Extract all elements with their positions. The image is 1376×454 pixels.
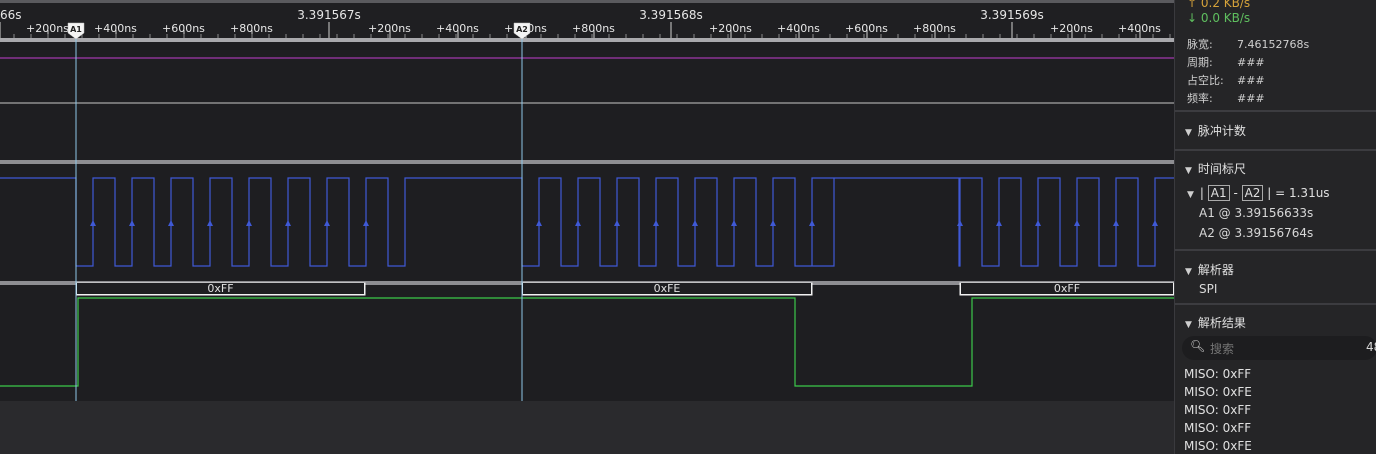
waveform-area[interactable]: 66s +200ns +400ns +600ns +800ns 3.391567s +200… <box>0 0 1174 454</box>
measurement-value: ### <box>1237 74 1265 87</box>
ruler-tick-label: +400ns <box>94 22 137 35</box>
results-search-box[interactable]: 🔍︎ 480 <box>1182 336 1376 360</box>
collapse-triangle-icon: ▼ <box>1187 190 1194 200</box>
cursor-flag-label: A1 <box>70 25 82 34</box>
collapse-triangle-icon: ▼ <box>1185 320 1192 330</box>
channel-separator <box>0 38 1174 42</box>
ruler-tick-label: +800ns <box>230 22 273 35</box>
ruler-delta-value: 1.31us <box>1288 186 1330 200</box>
result-item[interactable]: MISO: 0xFE <box>1184 439 1252 453</box>
search-icon: 🔍︎ <box>1190 339 1206 353</box>
ruler-tick-label: +200ns <box>26 22 69 35</box>
cursor-flag-label: A2 <box>516 25 528 34</box>
result-item[interactable]: MISO: 0xFE <box>1184 385 1252 399</box>
ruler-tick-label: +800ns <box>913 22 956 35</box>
collapse-triangle-icon: ▼ <box>1185 267 1192 277</box>
ruler-tick-label: 3.391568s <box>639 8 703 22</box>
measurement-pulse-width: 脉宽: 7.46152768s <box>1187 36 1309 52</box>
top-strip <box>0 0 1174 3</box>
ruler-tick-label: +200ns <box>368 22 411 35</box>
section-title: 时间标尺 <box>1197 162 1246 176</box>
ruler-tick-label: +600ns <box>845 22 888 35</box>
result-item[interactable]: MISO: 0xFF <box>1184 367 1251 381</box>
measurement-key: 周期: <box>1187 56 1213 69</box>
empty-area-bg <box>0 401 1174 454</box>
result-item[interactable]: MISO: 0xFF <box>1184 421 1251 435</box>
section-time-ruler[interactable]: ▼ 时间标尺 <box>1185 160 1246 177</box>
search-input[interactable] <box>1208 339 1352 359</box>
ruler-tick-label: +200ns <box>1050 22 1093 35</box>
measurement-key: 脉宽: <box>1187 38 1213 51</box>
ruler-tick-label: 66s <box>0 8 22 22</box>
ruler-delta-row[interactable]: ▼ | A1 - A2 | = 1.31us <box>1187 185 1330 201</box>
ruler-tick-label: 3.391569s <box>980 8 1044 22</box>
cursor-a1-time: A1 @ 3.39156633s <box>1199 206 1314 220</box>
cursor-a2-time: A2 @ 3.39156764s <box>1199 226 1314 240</box>
decoder-item-spi[interactable]: SPI <box>1199 282 1217 296</box>
section-title: 解析结果 <box>1197 316 1246 330</box>
collapse-triangle-icon: ▼ <box>1185 128 1192 138</box>
decoded-byte-2[interactable]: 0xFF <box>959 282 1174 296</box>
decoded-byte-1[interactable]: 0xFE <box>521 282 813 296</box>
ruler-tick-label: +800ns <box>572 22 615 35</box>
measurement-frequency: 频率: ### <box>1187 90 1265 106</box>
channel-area-bg <box>0 41 1174 401</box>
measurement-value: 7.46152768s <box>1237 38 1310 51</box>
channel-separator <box>0 160 1174 164</box>
result-item[interactable]: MISO: 0xFF <box>1184 403 1251 417</box>
measurement-duty-cycle: 占空比: ### <box>1187 72 1265 88</box>
measurement-key: 占空比: <box>1187 74 1224 87</box>
measurement-period: 周期: ### <box>1187 54 1265 70</box>
divider <box>1175 249 1376 251</box>
decoded-byte-label: 0xFF <box>1054 282 1080 295</box>
ruler-a2-label: A2 <box>1241 185 1264 201</box>
section-title: 脉冲计数 <box>1197 124 1246 138</box>
ruler-a1-label: A1 <box>1207 185 1230 201</box>
measurement-value: ### <box>1237 92 1265 105</box>
ruler-tick-label: +600ns <box>162 22 205 35</box>
upload-speed: ↑ 0.2 KB/s <box>1187 0 1251 10</box>
ruler-tick-label: +200ns <box>709 22 752 35</box>
download-speed: ↓ 0.0 KB/s <box>1187 11 1251 25</box>
ruler-tick-label: 3.391567s <box>297 8 361 22</box>
ruler-tick-label: +400ns <box>436 22 479 35</box>
measurement-key: 频率: <box>1187 92 1213 105</box>
decoded-byte-label: 0xFF <box>207 282 233 295</box>
result-count: 480 <box>1366 340 1376 354</box>
ruler-tick-label: +400ns <box>1118 22 1161 35</box>
section-title: 解析器 <box>1197 263 1234 277</box>
divider <box>1175 149 1376 151</box>
divider <box>1175 110 1376 112</box>
section-pulse-count[interactable]: ▼ 脉冲计数 <box>1185 122 1246 139</box>
divider <box>1175 303 1376 305</box>
decoded-byte-label: 0xFE <box>654 282 681 295</box>
section-decode-results[interactable]: ▼ 解析结果 <box>1185 314 1246 331</box>
measurement-value: ### <box>1237 56 1265 69</box>
waveform-canvas[interactable]: 66s +200ns +400ns +600ns +800ns 3.391567s +200… <box>0 0 1174 454</box>
right-panel: ↑ 0.2 KB/s ↓ 0.0 KB/s 脉宽: 7.46152768s 周期:… <box>1174 0 1376 454</box>
section-decoder[interactable]: ▼ 解析器 <box>1185 261 1234 278</box>
ruler-tick-label: +400ns <box>777 22 820 35</box>
decoded-byte-0[interactable]: 0xFF <box>75 282 366 296</box>
collapse-triangle-icon: ▼ <box>1185 166 1192 176</box>
